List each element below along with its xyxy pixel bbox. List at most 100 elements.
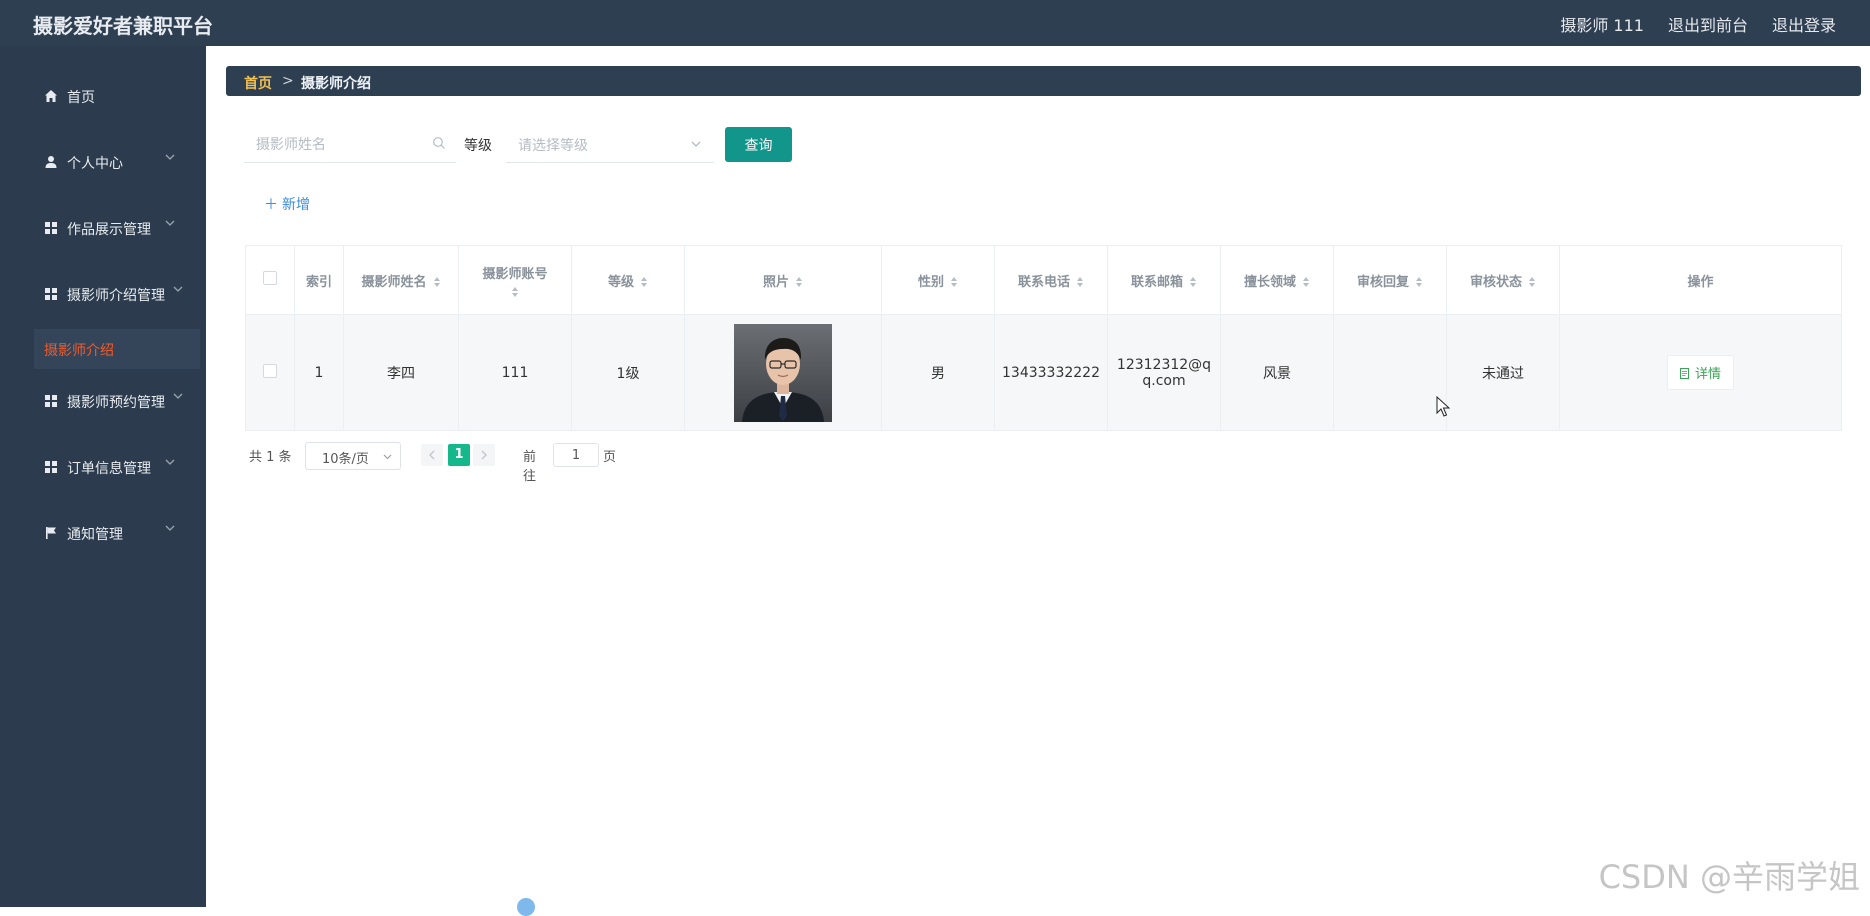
chevron-right-icon: [481, 450, 487, 460]
page-size-select[interactable]: 10条/页: [305, 442, 401, 470]
cell-status: 未通过: [1446, 314, 1560, 431]
header-photo[interactable]: 照片: [684, 245, 882, 315]
sidebar-item-home[interactable]: 首页: [0, 64, 206, 130]
exit-to-front-link[interactable]: 退出到前台: [1668, 12, 1748, 36]
cell-phone: 13433332222: [994, 314, 1108, 431]
top-actions: 摄影师 111 退出到前台 退出登录: [1560, 12, 1836, 36]
cell-actions: 详情: [1559, 314, 1842, 431]
row-select-cell: [245, 314, 295, 431]
detail-button[interactable]: 详情: [1666, 355, 1734, 390]
sidebar-item-label: 摄影师预约管理: [67, 395, 165, 411]
grid-icon: [45, 288, 57, 300]
row-checkbox[interactable]: [263, 363, 277, 378]
sidebar-item-photographer-intro-management[interactable]: 摄影师介绍管理: [0, 262, 206, 328]
select-all-cell: [245, 245, 295, 315]
name-search-input[interactable]: [254, 134, 428, 156]
sidebar-item-notice-management[interactable]: 通知管理: [0, 501, 206, 567]
document-icon: [1679, 368, 1689, 379]
sort-icon[interactable]: [1302, 276, 1310, 288]
table-row: 1 李四 111 1级 男 13433332222 12312312@q q.c…: [245, 314, 1842, 431]
header-gender[interactable]: 性别: [881, 245, 995, 315]
top-bar: 摄影爱好者兼职平台 摄影师 111 退出到前台 退出登录: [0, 0, 1870, 46]
photographer-table: 索引 摄影师姓名 摄影师账号 等级 照片 性别 联系电话 联系邮箱 擅长领域 审…: [245, 245, 1842, 431]
sidebar-item-personal-center[interactable]: 个人中心: [0, 130, 206, 196]
app-title: 摄影爱好者兼职平台: [33, 14, 213, 38]
header-name[interactable]: 摄影师姓名: [343, 245, 459, 315]
level-select[interactable]: 请选择等级: [506, 126, 714, 163]
cell-name: 李四: [343, 314, 459, 431]
header-account[interactable]: 摄影师账号: [458, 245, 572, 315]
sidebar-item-label: 个人中心: [67, 156, 123, 172]
mouse-cursor-icon: [1436, 396, 1450, 417]
sort-icon[interactable]: [640, 276, 648, 288]
sort-icon[interactable]: [1189, 276, 1197, 288]
prev-page-button[interactable]: [421, 444, 443, 466]
logout-link[interactable]: 退出登录: [1772, 12, 1836, 36]
sort-icon[interactable]: [795, 276, 803, 288]
chevron-down-icon: [691, 141, 701, 147]
detail-button-label: 详情: [1694, 367, 1721, 382]
table-header-row: 索引 摄影师姓名 摄影师账号 等级 照片 性别 联系电话 联系邮箱 擅长领域 审…: [245, 245, 1842, 315]
sidebar-item-label: 作品展示管理: [67, 222, 151, 238]
goto-label: 前往: [523, 450, 537, 484]
breadcrumb: 首页 > 摄影师介绍: [226, 66, 1861, 96]
level-select-placeholder: 请选择等级: [518, 138, 588, 154]
sort-icon[interactable]: [433, 276, 441, 288]
page-size-value: 10条/页: [322, 452, 369, 467]
select-all-checkbox[interactable]: [263, 271, 277, 285]
header-phone[interactable]: 联系电话: [994, 245, 1108, 315]
sidebar-item-label: 摄影师介绍管理: [67, 288, 165, 304]
breadcrumb-current: 摄影师介绍: [301, 76, 371, 92]
cell-reply: [1333, 314, 1447, 431]
grid-icon: [45, 222, 57, 234]
chevron-down-icon: [165, 525, 175, 531]
add-button[interactable]: ＋新增: [264, 194, 310, 214]
goto-unit: 页: [603, 450, 617, 465]
cell-field: 风景: [1220, 314, 1334, 431]
chevron-down-icon: [383, 454, 392, 460]
breadcrumb-separator: >: [282, 73, 294, 89]
sort-icon[interactable]: [950, 276, 958, 288]
cell-level: 1级: [571, 314, 685, 431]
breadcrumb-home-link[interactable]: 首页: [244, 73, 272, 93]
sort-icon[interactable]: [1415, 276, 1423, 288]
photographer-photo[interactable]: [734, 323, 832, 422]
query-button[interactable]: 查询: [725, 127, 792, 162]
page-number-current[interactable]: 1: [448, 444, 470, 466]
level-label: 等级: [464, 138, 492, 154]
cell-photo: [684, 314, 882, 431]
watermark: CSDN @辛雨学姐: [1598, 858, 1860, 896]
grid-icon: [45, 395, 57, 407]
header-reply[interactable]: 审核回复: [1333, 245, 1447, 315]
header-field[interactable]: 擅长领域: [1220, 245, 1334, 315]
cell-email: 12312312@q q.com: [1107, 314, 1221, 431]
home-icon: [45, 90, 57, 102]
chevron-down-icon: [173, 286, 183, 292]
sort-icon[interactable]: [1528, 276, 1536, 288]
current-user[interactable]: 摄影师 111: [1560, 12, 1644, 36]
sidebar-item-label: 订单信息管理: [67, 461, 151, 477]
header-index: 索引: [294, 245, 344, 315]
pagination-total: 共 1 条: [249, 450, 292, 465]
sidebar-item-label: 通知管理: [67, 527, 123, 543]
sidebar-item-works-management[interactable]: 作品展示管理: [0, 196, 206, 262]
sort-icon[interactable]: [1076, 276, 1084, 288]
sidebar: 首页 个人中心 作品展示管理 摄影师介绍管理 摄影师介绍 摄影师预约管理 订单信…: [0, 46, 206, 907]
goto-page-input[interactable]: [553, 443, 599, 467]
add-button-label: 新增: [282, 197, 310, 213]
next-page-button[interactable]: [473, 444, 495, 466]
header-email[interactable]: 联系邮箱: [1107, 245, 1221, 315]
sidebar-subitem-photographer-intro[interactable]: 摄影师介绍: [34, 329, 200, 369]
search-icon: [433, 137, 445, 149]
chevron-down-icon: [165, 459, 175, 465]
header-status[interactable]: 审核状态: [1446, 245, 1560, 315]
email-line-2: q.com: [1142, 372, 1186, 389]
grid-icon: [45, 461, 57, 473]
sort-icon[interactable]: [511, 286, 519, 298]
sidebar-subitem-label: 摄影师介绍: [44, 343, 114, 359]
user-icon: [45, 156, 57, 168]
email-line-1: 12312312@q: [1116, 356, 1212, 373]
header-level[interactable]: 等级: [571, 245, 685, 315]
sidebar-item-order-management[interactable]: 订单信息管理: [0, 435, 206, 501]
sidebar-item-booking-management[interactable]: 摄影师预约管理: [0, 369, 206, 435]
